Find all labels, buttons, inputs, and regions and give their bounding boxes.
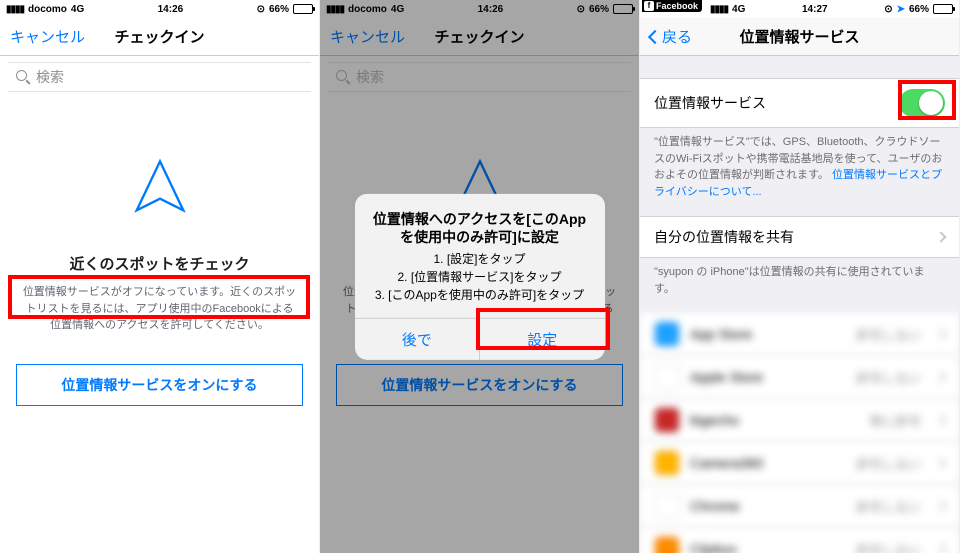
alert-step1: 1. [設定]をタップ bbox=[371, 250, 589, 268]
search-placeholder: 検索 bbox=[36, 67, 64, 87]
alarm-icon: ⊙ bbox=[257, 4, 265, 15]
screen-checkin-alert: ▮▮▮▮ docomo 4G 14:26 ⊙ 66% キャンセル チェックイン … bbox=[320, 0, 640, 553]
share-label: 自分の位置情報を共有 bbox=[654, 227, 794, 247]
app-status: 許可しない bbox=[856, 368, 921, 387]
status-bar: ▮▮▮▮ docomo 4G 14:26 ⊙ 66% bbox=[0, 0, 319, 18]
chevron-right-icon bbox=[935, 371, 946, 382]
app-row[interactable]: Chrome 許可しない bbox=[640, 485, 959, 528]
alert-title: 位置情報へのアクセスを[このAppを使用中のみ許可]に設定 bbox=[355, 193, 605, 249]
app-name: App Store bbox=[690, 326, 846, 342]
chevron-right-icon bbox=[935, 500, 946, 511]
share-note: "syupon の iPhone"は位置情報の共有に使用されています。 bbox=[640, 258, 959, 313]
empty-desc: 位置情報サービスがオフになっています。近くのスポットリストを見るには、アプリ使用… bbox=[16, 284, 303, 334]
chevron-left-icon bbox=[648, 29, 662, 43]
settings-body: 位置情報サービス "位置情報サービス"では、GPS、Bluetooth、クラウド… bbox=[640, 56, 959, 553]
network-label: 4G bbox=[732, 4, 745, 15]
chevron-right-icon bbox=[935, 543, 946, 553]
app-row[interactable]: bigecho 常に許可 bbox=[640, 399, 959, 442]
app-row[interactable]: App Store 許可しない bbox=[640, 313, 959, 356]
signal-icon: ▮▮▮▮ bbox=[6, 4, 24, 15]
clock: 14:26 bbox=[158, 4, 184, 15]
app-icon bbox=[654, 450, 680, 476]
signal-icon: ▮▮▮▮ bbox=[710, 4, 728, 15]
nav-bar: キャンセル チェックイン bbox=[0, 18, 319, 56]
app-row[interactable]: Camera360 許可しない bbox=[640, 442, 959, 485]
back-label: 戻る bbox=[662, 26, 692, 47]
alert-later-button[interactable]: 後で bbox=[355, 319, 480, 360]
permission-alert: 位置情報へのアクセスを[このAppを使用中のみ許可]に設定 1. [設定]をタッ… bbox=[355, 193, 605, 359]
alert-body: 1. [設定]をタップ 2. [位置情報サービス]をタップ 3. [このAppを… bbox=[355, 250, 605, 318]
empty-state: 近くのスポットをチェック 位置情報サービスがオフになっています。近くのスポットリ… bbox=[0, 98, 319, 350]
screen-location-settings: f Facebook ▮▮▮▮ 4G 14:27 ⊙ ➤ 66% 戻る 位置情報… bbox=[640, 0, 960, 553]
chevron-right-icon bbox=[935, 457, 946, 468]
nav-title: チェックイン bbox=[114, 26, 204, 47]
chevron-right-icon bbox=[935, 231, 946, 242]
app-icon bbox=[654, 536, 680, 553]
search-field[interactable]: 検索 bbox=[8, 62, 311, 92]
app-name: bigecho bbox=[690, 412, 859, 428]
location-active-icon: ➤ bbox=[897, 4, 905, 15]
alert-step3: 3. [このAppを使用中のみ許可]をタップ bbox=[371, 286, 589, 304]
app-status: 許可しない bbox=[856, 325, 921, 344]
app-icon bbox=[654, 407, 680, 433]
navigation-icon bbox=[125, 152, 195, 222]
alert-step2: 2. [位置情報サービス]をタップ bbox=[371, 268, 589, 286]
chevron-right-icon bbox=[935, 328, 946, 339]
enable-location-button[interactable]: 位置情報サービスをオンにする bbox=[16, 364, 303, 406]
location-services-cell: 位置情報サービス bbox=[640, 78, 959, 128]
clock: 14:27 bbox=[802, 4, 828, 15]
app-name: Chrome bbox=[690, 498, 846, 514]
cancel-button[interactable]: キャンセル bbox=[10, 26, 85, 47]
app-row[interactable]: Apple Store 許可しない bbox=[640, 356, 959, 399]
app-name: Clipbox bbox=[690, 541, 846, 553]
network-label: 4G bbox=[71, 4, 84, 15]
app-status: 常に許可 bbox=[869, 411, 921, 430]
app-row[interactable]: Clipbox 許可しない bbox=[640, 528, 959, 553]
app-list: App Store 許可しない Apple Store 許可しない bigecho 常に許… bbox=[640, 313, 959, 553]
return-to-app-badge[interactable]: f Facebook bbox=[642, 0, 702, 12]
app-icon bbox=[654, 364, 680, 390]
location-explain: "位置情報サービス"では、GPS、Bluetooth、クラウドソースのWi-Fi… bbox=[640, 128, 959, 216]
back-button[interactable]: 戻る bbox=[650, 26, 692, 47]
carrier-label: docomo bbox=[28, 4, 67, 15]
nav-bar: 戻る 位置情報サービス bbox=[640, 18, 959, 56]
app-name: Apple Store bbox=[690, 369, 846, 385]
search-icon bbox=[16, 70, 30, 84]
alarm-icon: ⊙ bbox=[884, 4, 892, 15]
facebook-icon: f bbox=[644, 1, 654, 11]
alert-settings-button[interactable]: 設定 bbox=[479, 319, 605, 360]
nav-title: 位置情報サービス bbox=[739, 26, 859, 47]
location-toggle[interactable] bbox=[899, 89, 945, 117]
chevron-right-icon bbox=[935, 414, 946, 425]
battery-pct: 66% bbox=[909, 4, 929, 15]
app-icon bbox=[654, 321, 680, 347]
badge-label: Facebook bbox=[656, 1, 698, 11]
screen-checkin: ▮▮▮▮ docomo 4G 14:26 ⊙ 66% キャンセル チェックイン … bbox=[0, 0, 320, 553]
app-status: 許可しない bbox=[856, 497, 921, 516]
toggle-label: 位置情報サービス bbox=[654, 93, 766, 113]
app-name: Camera360 bbox=[690, 455, 846, 471]
battery-icon bbox=[293, 4, 313, 14]
battery-pct: 66% bbox=[269, 4, 289, 15]
app-status: 許可しない bbox=[856, 540, 921, 553]
empty-title: 近くのスポットをチェック bbox=[16, 253, 303, 274]
share-location-cell[interactable]: 自分の位置情報を共有 bbox=[640, 216, 959, 258]
app-icon bbox=[654, 493, 680, 519]
app-status: 許可しない bbox=[856, 454, 921, 473]
battery-icon bbox=[933, 4, 953, 14]
